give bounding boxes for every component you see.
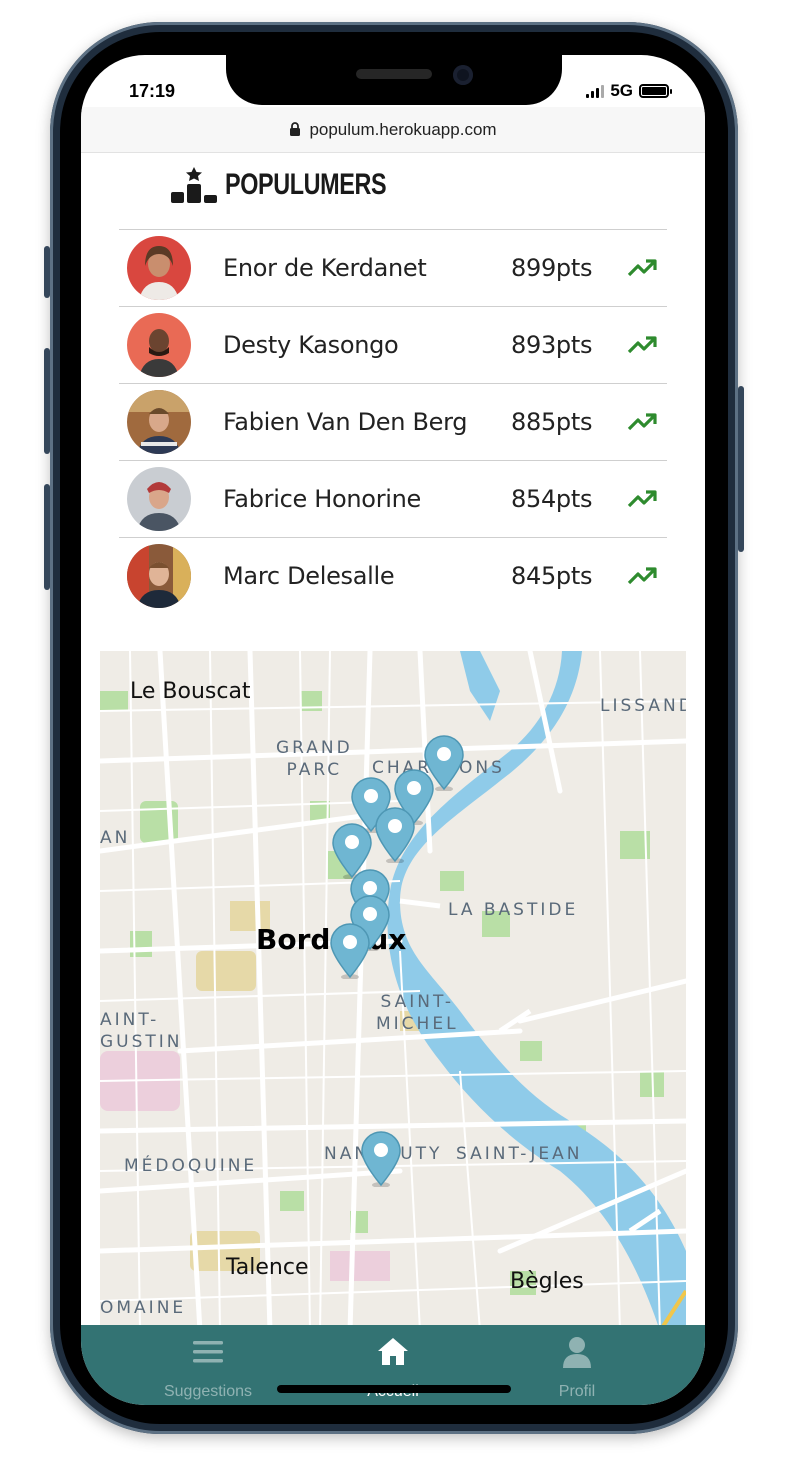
player-name: Desty Kasongo	[223, 331, 399, 359]
avatar	[127, 467, 191, 531]
url-text: populum.herokuapp.com	[309, 119, 497, 139]
home-icon	[378, 1338, 408, 1365]
map-label: GRAND PARC	[276, 738, 353, 780]
map-label: SAINT-JEAN	[456, 1144, 583, 1164]
signal-icon	[586, 84, 605, 98]
podium-icon	[171, 167, 217, 203]
home-indicator[interactable]	[277, 1385, 511, 1393]
map-pin[interactable]	[374, 807, 416, 863]
map-label: SAINT- MICHEL	[376, 992, 459, 1034]
map-label: Le Bouscat	[130, 679, 251, 704]
notch	[226, 55, 562, 105]
player-points: 845pts	[511, 562, 593, 590]
map-pin[interactable]	[329, 923, 371, 979]
player-points: 899pts	[511, 254, 593, 282]
nav-label: Profil	[558, 1383, 596, 1400]
front-camera	[453, 65, 473, 85]
avatar	[127, 236, 191, 300]
volume-up-button	[44, 348, 50, 454]
leaderboard-row[interactable]: Desty Kasongo 893pts	[119, 306, 667, 383]
nav-suggestions[interactable]: Suggestions	[153, 1325, 263, 1405]
lock-icon	[290, 122, 301, 136]
map-label: OMAINE	[100, 1298, 187, 1318]
user-icon	[563, 1337, 591, 1368]
map-label: MÉDOQUINE	[124, 1156, 258, 1176]
status-time: 17:19	[129, 81, 176, 101]
network-type: 5G	[610, 81, 633, 100]
player-points: 893pts	[511, 331, 593, 359]
map-view[interactable]: Le Bouscat LISSAND GRAND PARC CHARTRONS …	[100, 651, 686, 1331]
avatar	[127, 544, 191, 608]
trending-up-icon	[627, 567, 657, 585]
player-name: Fabrice Honorine	[223, 485, 422, 513]
side-button	[44, 246, 50, 298]
trending-up-icon	[627, 490, 657, 508]
player-name: Fabien Van Den Berg	[223, 408, 468, 436]
power-button	[738, 386, 744, 552]
url-bar[interactable]: populum.herokuapp.com	[81, 107, 705, 153]
player-points: 885pts	[511, 408, 593, 436]
map-pin[interactable]	[360, 1131, 402, 1187]
trending-up-icon	[627, 259, 657, 277]
map-label: LISSAND	[600, 696, 686, 716]
player-name: Enor de Kerdanet	[223, 254, 427, 282]
leaderboard-row[interactable]: Fabrice Honorine 854pts	[119, 460, 667, 537]
leaderboard-row[interactable]: Fabien Van Den Berg 885pts	[119, 383, 667, 460]
leaderboard-row[interactable]: Enor de Kerdanet 899pts	[119, 229, 667, 306]
page-title: POPULUMERS	[225, 168, 387, 201]
nav-accueil[interactable]: Accueil	[343, 1325, 443, 1405]
player-points: 854pts	[511, 485, 593, 513]
trending-up-icon	[627, 413, 657, 431]
phone-screen: 17:19 5G populum.herokuapp.com POPULUMER…	[81, 55, 705, 1405]
map-label: AINT- GUSTIN	[100, 1010, 183, 1052]
battery-icon	[639, 84, 672, 98]
map-label: LA BASTIDE	[448, 900, 579, 920]
nav-label: Suggestions	[163, 1383, 253, 1400]
leaderboard-row[interactable]: Marc Delesalle 845pts	[119, 537, 667, 614]
player-name: Marc Delesalle	[223, 562, 395, 590]
avatar	[127, 313, 191, 377]
speaker-grille	[356, 69, 432, 79]
status-indicators: 5G	[586, 81, 672, 101]
trending-up-icon	[627, 336, 657, 354]
volume-down-button	[44, 484, 50, 590]
nav-profil[interactable]: Profil	[537, 1325, 617, 1405]
map-label: Bègles	[510, 1269, 584, 1294]
menu-icon	[193, 1341, 223, 1363]
page-header: POPULUMERS	[169, 165, 432, 205]
map-label: Talence	[226, 1255, 309, 1280]
bottom-navigation: Suggestions Accueil Profil	[81, 1325, 705, 1405]
map-label: AN	[100, 828, 131, 848]
leaderboard-list: Enor de Kerdanet 899pts Desty Kasongo 89…	[119, 229, 667, 614]
avatar	[127, 390, 191, 454]
